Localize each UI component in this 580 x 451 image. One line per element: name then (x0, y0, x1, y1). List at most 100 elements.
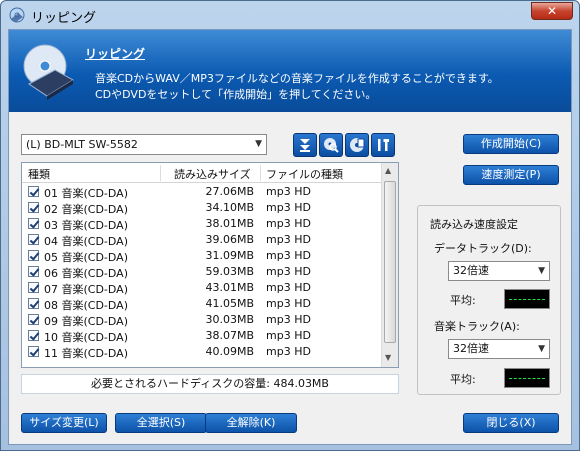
track-filetype: mp3 HD (266, 217, 311, 230)
table-row[interactable]: 02 音楽(CD-DA) 34.10MB mp3 HD (22, 200, 382, 216)
table-row[interactable]: 11 音楽(CD-DA) 40.09MB mp3 HD (22, 344, 382, 360)
music-track-label: 音楽トラック(A): (434, 320, 520, 333)
table-row[interactable]: 06 音楽(CD-DA) 59.03MB mp3 HD (22, 264, 382, 280)
tools-button[interactable] (371, 133, 395, 157)
row-checkbox[interactable] (28, 314, 39, 325)
row-checkbox[interactable] (28, 266, 39, 277)
scroll-down-icon[interactable]: ▼ (385, 353, 391, 362)
title-bar[interactable]: リッピング ✕ (1, 1, 579, 29)
row-checkbox[interactable] (28, 346, 39, 357)
disc-info-icon (350, 138, 365, 152)
track-size: 59.03MB (205, 265, 254, 278)
speed-group-title: 読み込み速度設定 (430, 218, 518, 231)
close-button[interactable]: 閉じる(X) (463, 413, 559, 433)
chevron-down-icon: ▼ (538, 344, 545, 354)
download-arrows-icon (300, 139, 310, 152)
data-track-speed-value: 32倍速 (453, 264, 489, 277)
banner-title[interactable]: リッピング (85, 45, 145, 62)
row-checkbox[interactable] (28, 330, 39, 341)
table-row[interactable]: 08 音楽(CD-DA) 41.05MB mp3 HD (22, 296, 382, 312)
header-banner: リッピング 音楽CDからWAV／MP3ファイルなどの音楽ファイルを作成することが… (9, 30, 571, 112)
banner-description-line: CDやDVDをセットして「作成開始」を押してください。 (95, 88, 377, 101)
data-track-label: データトラック(D): (434, 242, 532, 255)
window-close-button[interactable]: ✕ (531, 2, 573, 20)
disc-search-icon (324, 138, 339, 153)
track-size: 31.09MB (205, 249, 254, 262)
disc-info-button[interactable] (345, 133, 369, 157)
track-filetype: mp3 HD (266, 297, 311, 310)
track-name: 04 音楽(CD-DA) (44, 235, 128, 248)
track-size: 38.01MB (205, 217, 254, 230)
cd-drive-icon (23, 44, 74, 100)
track-list[interactable]: 種類 読み込みサイズ ファイルの種類 01 音楽(CD-DA) 27.06MB mp… (21, 162, 399, 368)
resize-button[interactable]: サイズ変更(L) (21, 413, 107, 433)
track-name: 01 音楽(CD-DA) (44, 187, 128, 200)
chevron-down-icon: ▼ (538, 266, 545, 276)
track-filetype: mp3 HD (266, 345, 311, 358)
row-checkbox[interactable] (28, 202, 39, 213)
average-label: 平均: (450, 373, 476, 386)
column-header-filetype[interactable]: ファイルの種類 (266, 166, 343, 182)
column-separator (260, 165, 261, 181)
track-size: 38.07MB (205, 329, 254, 342)
track-size: 41.05MB (205, 297, 254, 310)
track-filetype: mp3 HD (266, 201, 311, 214)
required-space-label: 必要とされるハードディスクの容量: 484.03MB (21, 374, 399, 394)
chevron-down-icon: ▼ (255, 139, 262, 149)
download-arrows-button[interactable] (293, 133, 317, 157)
client-area: リッピング 音楽CDからWAV／MP3ファイルなどの音楽ファイルを作成することが… (8, 29, 572, 445)
list-scrollbar[interactable]: ▲ ▼ (381, 163, 398, 367)
column-header-size[interactable]: 読み込みサイズ (174, 166, 251, 182)
track-name: 08 音楽(CD-DA) (44, 299, 128, 312)
row-checkbox[interactable] (28, 218, 39, 229)
column-separator (160, 165, 161, 181)
read-speed-settings: 読み込み速度設定 データトラック(D): 32倍速 ▼ 平均: 音楽トラック(A… (417, 205, 561, 395)
data-track-speed-select[interactable]: 32倍速 ▼ (448, 261, 550, 281)
average-label: 平均: (450, 294, 476, 307)
measure-speed-button[interactable]: 速度測定(P) (463, 165, 559, 185)
table-row[interactable]: 03 音楽(CD-DA) 38.01MB mp3 HD (22, 216, 382, 232)
deselect-all-button[interactable]: 全解除(K) (205, 413, 297, 433)
column-header-type[interactable]: 種類 (28, 166, 50, 182)
track-rows: 01 音楽(CD-DA) 27.06MB mp3 HD 02 音楽(CD-DA) 34… (22, 184, 382, 360)
select-all-button[interactable]: 全選択(S) (115, 413, 207, 433)
table-row[interactable]: 04 音楽(CD-DA) 39.06MB mp3 HD (22, 232, 382, 248)
table-row[interactable]: 07 音楽(CD-DA) 43.01MB mp3 HD (22, 280, 382, 296)
scroll-thumb[interactable] (384, 181, 396, 343)
row-checkbox[interactable] (28, 234, 39, 245)
banner-description-line: 音楽CDからWAV／MP3ファイルなどの音楽ファイルを作成することができます。 (95, 72, 499, 85)
drive-dropdown[interactable]: (L) BD-MLT SW-5582 ▼ (21, 134, 267, 155)
music-track-speed-select[interactable]: 32倍速 ▼ (448, 339, 550, 359)
track-name: 05 音楽(CD-DA) (44, 251, 128, 264)
table-row[interactable]: 01 音楽(CD-DA) 27.06MB mp3 HD (22, 184, 382, 200)
start-button[interactable]: 作成開始(C) (463, 134, 559, 154)
table-row[interactable]: 10 音楽(CD-DA) 38.07MB mp3 HD (22, 328, 382, 344)
row-checkbox[interactable] (28, 186, 39, 197)
track-name: 02 音楽(CD-DA) (44, 203, 128, 216)
track-name: 06 音楽(CD-DA) (44, 267, 128, 280)
table-row[interactable]: 09 音楽(CD-DA) 30.03MB mp3 HD (22, 312, 382, 328)
track-filetype: mp3 HD (266, 185, 311, 198)
track-name: 10 音楽(CD-DA) (44, 331, 128, 344)
track-filetype: mp3 HD (266, 281, 311, 294)
track-size: 39.06MB (205, 233, 254, 246)
track-size: 27.06MB (205, 185, 254, 198)
track-name: 03 音楽(CD-DA) (44, 219, 128, 232)
row-checkbox[interactable] (28, 250, 39, 261)
track-filetype: mp3 HD (266, 329, 311, 342)
window-title: リッピング (31, 11, 97, 26)
track-name: 07 音楽(CD-DA) (44, 283, 128, 296)
track-size: 34.10MB (205, 201, 254, 214)
list-header: 種類 読み込みサイズ ファイルの種類 (22, 163, 382, 183)
music-track-speed-meter (504, 368, 550, 388)
disc-search-button[interactable] (319, 133, 343, 157)
track-size: 40.09MB (205, 345, 254, 358)
track-size: 30.03MB (205, 313, 254, 326)
scroll-up-icon[interactable]: ▲ (385, 166, 391, 175)
tools-icon (378, 139, 389, 151)
table-row[interactable]: 05 音楽(CD-DA) 31.09MB mp3 HD (22, 248, 382, 264)
row-checkbox[interactable] (28, 282, 39, 293)
row-checkbox[interactable] (28, 298, 39, 309)
track-name: 09 音楽(CD-DA) (44, 315, 128, 328)
track-filetype: mp3 HD (266, 249, 311, 262)
